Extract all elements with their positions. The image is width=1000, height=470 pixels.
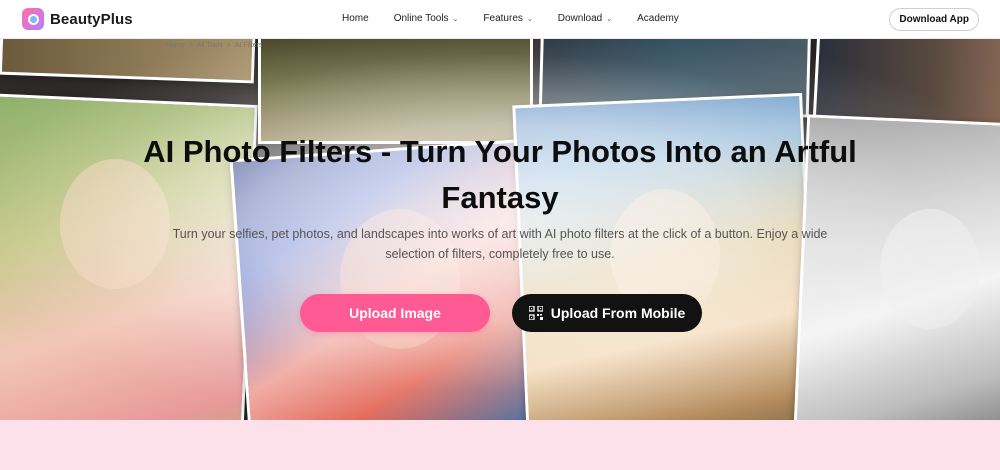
- nav-download[interactable]: Download ⌄: [558, 13, 612, 24]
- brand-name: BeautyPlus: [50, 10, 133, 28]
- nav-academy[interactable]: Academy: [637, 13, 679, 24]
- qr-code-icon: [528, 306, 543, 320]
- nav-online-tools[interactable]: Online Tools ⌄: [394, 13, 459, 24]
- breadcrumb-home[interactable]: Home: [166, 42, 185, 49]
- breadcrumb-separator: >: [226, 42, 231, 49]
- upload-image-label: Upload Image: [349, 305, 441, 321]
- breadcrumb: Home > All Tools > AI Filters: [166, 42, 262, 49]
- hero-section: Home > All Tools > AI Filters AI Photo F…: [0, 39, 1000, 420]
- nav-home[interactable]: Home: [342, 13, 369, 24]
- beautyplus-logo-icon: [22, 8, 44, 30]
- page-subtitle: Turn your selfies, pet photos, and lands…: [172, 227, 828, 261]
- chevron-down-icon: ⌄: [452, 15, 459, 23]
- breadcrumb-separator: >: [188, 42, 193, 49]
- chevron-down-icon: ⌄: [526, 15, 533, 23]
- main-nav: Home Online Tools ⌄ Features ⌄ Download …: [342, 13, 679, 24]
- content-background: [0, 420, 1000, 470]
- nav-download-label: Download: [557, 13, 603, 24]
- nav-academy-label: Academy: [637, 13, 679, 24]
- upload-from-mobile-label: Upload From Mobile: [550, 305, 686, 321]
- nav-features-label: Features: [483, 13, 523, 24]
- upload-from-mobile-button[interactable]: Upload From Mobile: [512, 294, 702, 332]
- chevron-down-icon: ⌄: [606, 15, 613, 23]
- nav-online-tools-label: Online Tools: [393, 13, 449, 24]
- brand-logo[interactable]: BeautyPlus: [22, 8, 133, 30]
- upload-image-button[interactable]: Upload Image: [300, 294, 490, 332]
- download-app-button[interactable]: Download App: [889, 8, 979, 31]
- top-navbar: BeautyPlus Home Online Tools ⌄ Features …: [0, 0, 1000, 39]
- page-title: AI Photo Filters - Turn Your Photos Into…: [143, 134, 857, 215]
- breadcrumb-all-tools[interactable]: All Tools: [197, 42, 223, 49]
- breadcrumb-current: AI Filters: [234, 42, 263, 49]
- nav-home-label: Home: [342, 13, 369, 24]
- nav-features[interactable]: Features ⌄: [483, 13, 532, 24]
